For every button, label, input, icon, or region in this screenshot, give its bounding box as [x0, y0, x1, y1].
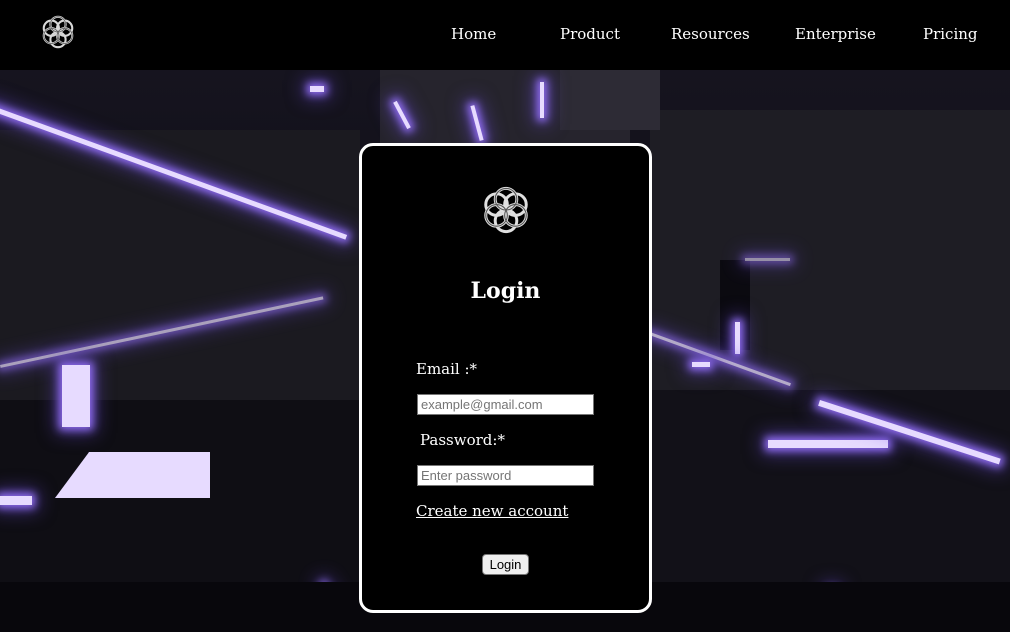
password-label: Password:* [420, 431, 505, 449]
email-field[interactable] [417, 394, 594, 415]
celtic-knot-logo-icon[interactable] [39, 13, 77, 51]
nav-resources-link[interactable]: Resources [671, 25, 750, 43]
login-card: Login Email :* Password:* Create new acc… [359, 143, 652, 613]
nav-enterprise-link[interactable]: Enterprise [795, 25, 876, 43]
password-field[interactable] [417, 465, 594, 486]
login-button[interactable]: Login [482, 554, 529, 575]
nav-home-link[interactable]: Home [451, 25, 496, 43]
email-label: Email :* [416, 360, 478, 378]
celtic-knot-logo-icon [479, 182, 533, 238]
create-account-link[interactable]: Create new account [416, 502, 568, 520]
nav-product-link[interactable]: Product [560, 25, 620, 43]
nav-pricing-link[interactable]: Pricing [923, 25, 978, 43]
top-nav-bar: Home Product Resources Enterprise Pricin… [7, 0, 1003, 70]
login-title: Login [470, 278, 541, 304]
